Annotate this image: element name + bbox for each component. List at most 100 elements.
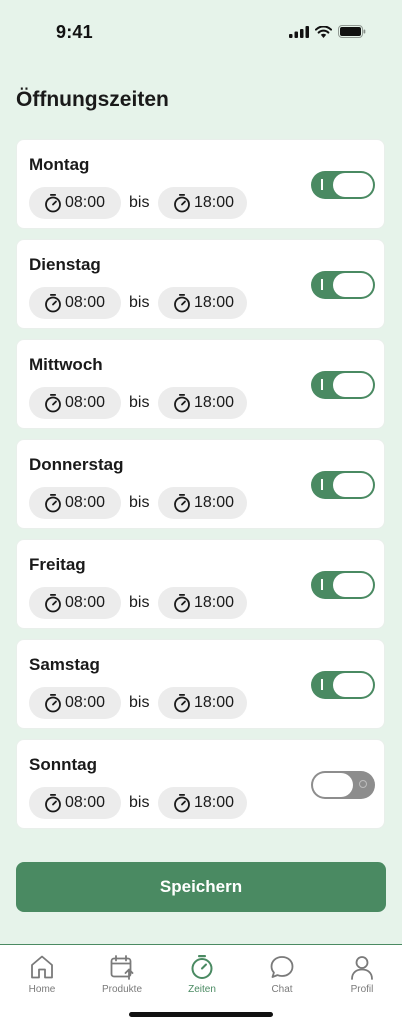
toggle-on-mark	[321, 179, 323, 190]
day-name: Donnerstag	[29, 455, 124, 474]
day-toggle[interactable]	[311, 571, 375, 599]
toggle-on-mark	[321, 379, 323, 390]
calendar-upload-icon	[108, 953, 136, 981]
closing-time-picker[interactable]: 18:00	[158, 287, 247, 319]
tab-label: Profil	[350, 984, 374, 995]
toggle-knob	[333, 573, 373, 597]
tab-label: Home	[28, 984, 56, 995]
day-toggle[interactable]	[311, 671, 375, 699]
time-separator: bis	[129, 594, 150, 611]
toggle-on-mark	[321, 679, 323, 690]
day-toggle[interactable]	[311, 771, 375, 799]
stopwatch-icon	[45, 394, 61, 413]
closing-time-picker[interactable]: 18:00	[158, 687, 247, 719]
day-name: Dienstag	[29, 255, 101, 274]
tab-home[interactable]: Home	[2, 953, 82, 1001]
toggle-knob	[333, 173, 373, 197]
stopwatch-icon	[45, 194, 61, 213]
closing-time-value: 18:00	[194, 694, 235, 711]
time-separator: bis	[129, 494, 150, 511]
save-button[interactable]: Speichern	[16, 862, 386, 912]
time-separator: bis	[129, 694, 150, 711]
stopwatch-icon	[45, 794, 61, 813]
chat-bubble-icon	[268, 953, 296, 981]
toggle-on-mark	[321, 279, 323, 290]
day-card-montag: Montag 08:00 bis 18:00	[16, 139, 385, 229]
opening-time-picker[interactable]: 08:00	[29, 187, 121, 219]
status-time: 9:41	[56, 22, 93, 42]
closing-time-value: 18:00	[194, 194, 235, 211]
opening-time-picker[interactable]: 08:00	[29, 587, 121, 619]
opening-time-value: 08:00	[65, 794, 106, 811]
day-name: Montag	[29, 155, 90, 174]
day-card-sonntag: Sonntag 08:00 bis 18:00	[16, 739, 385, 829]
stopwatch-icon	[174, 194, 190, 213]
time-separator: bis	[129, 394, 150, 411]
closing-time-value: 18:00	[194, 794, 235, 811]
day-card-dienstag: Dienstag 08:00 bis 18:00	[16, 239, 385, 329]
opening-time-picker[interactable]: 08:00	[29, 787, 121, 819]
opening-time-value: 08:00	[65, 494, 106, 511]
toggle-knob	[313, 773, 353, 797]
opening-time-picker[interactable]: 08:00	[29, 387, 121, 419]
opening-time-picker[interactable]: 08:00	[29, 487, 121, 519]
stopwatch-icon	[45, 594, 61, 613]
day-card-freitag: Freitag 08:00 bis 18:00	[16, 539, 385, 629]
closing-time-value: 18:00	[194, 294, 235, 311]
signal-icon	[289, 25, 309, 38]
stopwatch-icon	[45, 694, 61, 713]
day-toggle[interactable]	[311, 371, 375, 399]
battery-icon	[338, 25, 366, 38]
closing-time-value: 18:00	[194, 494, 235, 511]
stopwatch-icon	[188, 953, 216, 981]
stopwatch-icon	[174, 494, 190, 513]
page-title: Öffnungszeiten	[16, 88, 169, 111]
opening-time-value: 08:00	[65, 594, 106, 611]
screen-background: 9:41 Öffnungszeiten Montag 08:00 bis 18:00 D…	[0, 0, 402, 944]
opening-time-value: 08:00	[65, 294, 106, 311]
closing-time-picker[interactable]: 18:00	[158, 387, 247, 419]
opening-time-value: 08:00	[65, 694, 106, 711]
day-name: Samstag	[29, 655, 100, 674]
tab-zeiten[interactable]: Zeiten	[162, 953, 242, 1001]
stopwatch-icon	[174, 694, 190, 713]
stopwatch-icon	[174, 794, 190, 813]
closing-time-value: 18:00	[194, 394, 235, 411]
toggle-knob	[333, 473, 373, 497]
opening-time-value: 08:00	[65, 394, 106, 411]
stopwatch-icon	[45, 294, 61, 313]
status-bar: 9:41	[0, 0, 402, 62]
tab-profil[interactable]: Profil	[322, 953, 402, 1001]
tab-label: Zeiten	[188, 984, 216, 995]
opening-time-picker[interactable]: 08:00	[29, 687, 121, 719]
time-separator: bis	[129, 794, 150, 811]
opening-time-value: 08:00	[65, 194, 106, 211]
toggle-knob	[333, 373, 373, 397]
toggle-on-mark	[321, 479, 323, 490]
stopwatch-icon	[174, 294, 190, 313]
closing-time-value: 18:00	[194, 594, 235, 611]
tab-produkte[interactable]: Produkte	[82, 953, 162, 1001]
stopwatch-icon	[174, 594, 190, 613]
stopwatch-icon	[174, 394, 190, 413]
toggle-off-mark	[359, 780, 367, 788]
day-toggle[interactable]	[311, 271, 375, 299]
closing-time-picker[interactable]: 18:00	[158, 487, 247, 519]
day-name: Sonntag	[29, 755, 97, 774]
time-separator: bis	[129, 194, 150, 211]
day-toggle[interactable]	[311, 471, 375, 499]
day-card-mittwoch: Mittwoch 08:00 bis 18:00	[16, 339, 385, 429]
closing-time-picker[interactable]: 18:00	[158, 587, 247, 619]
status-icons	[289, 25, 366, 38]
stopwatch-icon	[45, 494, 61, 513]
closing-time-picker[interactable]: 18:00	[158, 787, 247, 819]
day-name: Mittwoch	[29, 355, 103, 374]
tab-chat[interactable]: Chat	[242, 953, 322, 1001]
closing-time-picker[interactable]: 18:00	[158, 187, 247, 219]
day-card-samstag: Samstag 08:00 bis 18:00	[16, 639, 385, 729]
tab-label: Produkte	[101, 984, 143, 995]
opening-time-picker[interactable]: 08:00	[29, 287, 121, 319]
day-toggle[interactable]	[311, 171, 375, 199]
home-indicator	[129, 1012, 273, 1017]
time-separator: bis	[129, 294, 150, 311]
